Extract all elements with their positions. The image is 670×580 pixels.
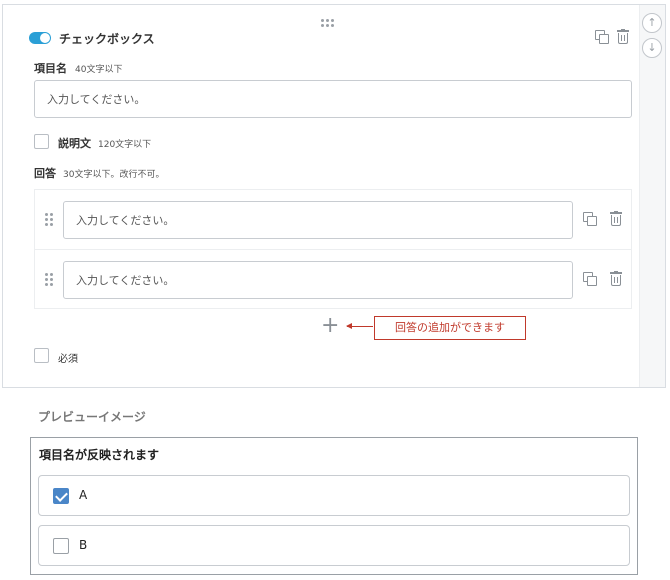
preview-heading: プレビューイメージ <box>38 410 146 424</box>
arrow-up-icon: ↑ <box>647 16 657 29</box>
delete-answer-icon[interactable] <box>610 271 622 286</box>
answer-input[interactable] <box>63 261 573 299</box>
duplicate-answer-icon[interactable] <box>583 212 597 226</box>
answer-input[interactable] <box>63 201 573 239</box>
preview-panel: 項目名が反映されます A B <box>30 437 638 575</box>
move-up-button[interactable]: ↑ <box>642 13 662 33</box>
duplicate-field-icon[interactable] <box>595 30 609 44</box>
required-label: 必須 <box>58 354 78 365</box>
field-enabled-toggle[interactable] <box>29 32 51 44</box>
description-checkbox[interactable] <box>34 134 49 149</box>
duplicate-answer-icon[interactable] <box>583 272 597 286</box>
preview-title: 項目名が反映されます <box>39 448 160 462</box>
grip-icon[interactable] <box>45 273 55 287</box>
annotation-arrow-icon <box>346 323 373 329</box>
item-name-label: 項目名 <box>34 62 67 75</box>
answers-hint: 30文字以下。改行不可。 <box>63 170 165 180</box>
grip-icon[interactable] <box>45 213 55 227</box>
answers-list <box>34 189 632 309</box>
drag-handle-icon[interactable] <box>321 18 337 30</box>
required-checkbox[interactable] <box>34 348 49 363</box>
answers-label: 回答 <box>34 167 56 180</box>
checked-checkbox-icon[interactable] <box>53 488 69 504</box>
field-type-title: チェックボックス <box>59 32 155 46</box>
answer-row <box>35 190 631 250</box>
description-hint: 120文字以下 <box>98 140 152 150</box>
answer-row <box>35 249 631 309</box>
add-answer-annotation: 回答の追加ができます <box>374 316 526 340</box>
move-down-button[interactable]: ↓ <box>642 38 662 58</box>
preview-option[interactable]: B <box>38 525 630 566</box>
checkbox-field-editor: ↑ ↓ チェックボックス 項目名 40文字以下 説明文 120文字以下 回答 3… <box>2 4 666 388</box>
delete-field-icon[interactable] <box>617 29 629 44</box>
unchecked-checkbox-icon[interactable] <box>53 538 69 554</box>
delete-answer-icon[interactable] <box>610 211 622 226</box>
preview-option-label: A <box>79 488 88 502</box>
side-scroll-panel: ↑ ↓ <box>639 5 665 387</box>
add-answer-button[interactable]: + <box>321 315 339 337</box>
description-label: 説明文 <box>58 137 91 150</box>
item-name-input[interactable] <box>34 80 632 118</box>
arrow-down-icon: ↓ <box>647 41 657 54</box>
preview-option-label: B <box>79 538 88 552</box>
item-name-hint: 40文字以下 <box>75 65 123 75</box>
preview-option[interactable]: A <box>38 475 630 516</box>
